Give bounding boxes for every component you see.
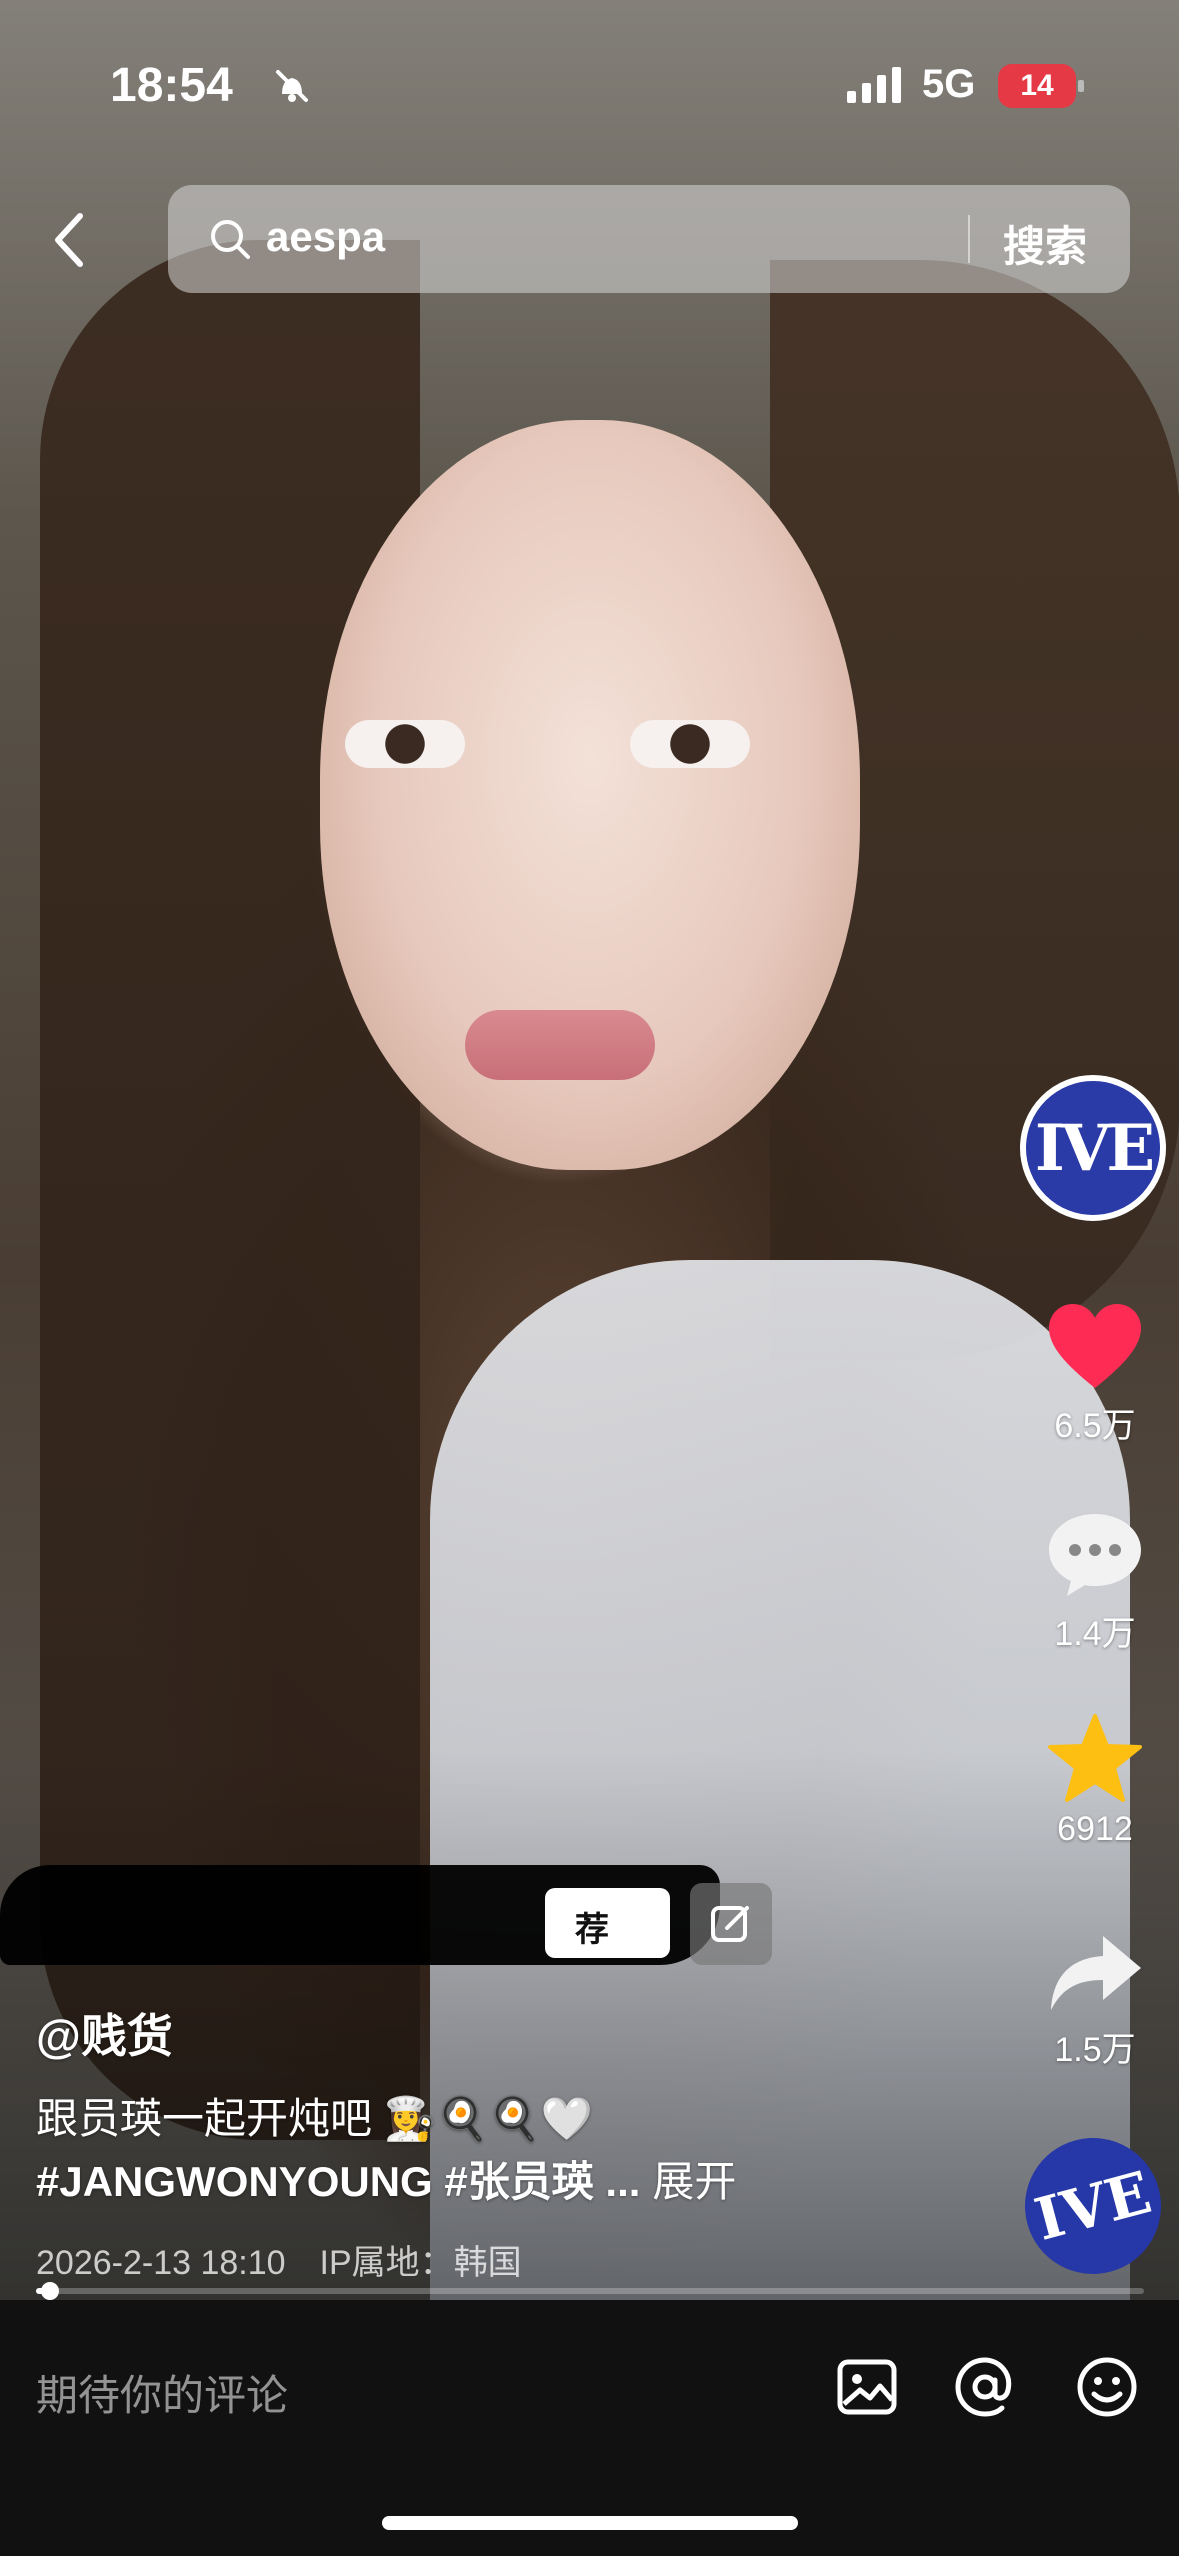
comment-button[interactable]: 1.4万 [1030,1508,1160,1655]
video-progress-knob[interactable] [41,2282,60,2300]
signal-bars-icon [847,67,901,103]
video-eye-left [345,720,465,768]
comment-input[interactable]: 期待你的评论 [36,2362,288,2423]
share-button[interactable]: 1.5万 [1030,1930,1160,2071]
share-arrow-icon [1051,1936,1141,2010]
description-line-2: #JANGWONYOUNG #张员瑛 ... 展开 [36,2148,736,2209]
star-icon [1048,1714,1142,1802]
share-count: 1.5万 [1054,2031,1136,2069]
video-progress-bar[interactable] [36,2282,1144,2300]
expand-link[interactable]: 展开 [652,2158,736,2205]
favorite-button[interactable]: 6912 [1030,1712,1160,1849]
emoji-icon[interactable] [1072,2352,1142,2422]
search-query[interactable]: aespa [266,213,385,261]
favorite-count: 6912 [1057,1810,1133,1848]
edit-button[interactable] [690,1883,772,1965]
home-indicator[interactable] [382,2516,798,2530]
like-count: 6.5万 [1054,1407,1136,1445]
comment-count: 1.4万 [1054,1615,1136,1653]
back-button[interactable] [40,205,100,275]
at-icon[interactable] [950,2352,1020,2422]
comment-bar: 期待你的评论 [0,2300,1179,2556]
recommend-tag-label: 荐 [575,1911,609,1949]
description-line-1: 跟员瑛一起开炖吧 👩‍🍳🍳🍳🤍 [36,2095,593,2142]
video-bottom-shade [0,1750,1179,2310]
author-avatar[interactable]: IVE [1020,1075,1166,1221]
battery-indicator: 14 [998,64,1084,108]
author-avatar-text: IVE [1034,1110,1155,1186]
status-time: 18:54 [110,59,233,112]
image-icon[interactable] [832,2352,902,2422]
video-eye-right [630,720,750,768]
network-type: 5G [922,62,976,106]
music-disc-text: IVE [1028,2158,1158,2254]
status-bar: 18:54 5G 14 [0,0,1179,150]
like-button[interactable]: 6.5万 [1030,1300,1160,1447]
battery-level: 14 [1020,69,1054,102]
back-arrow-icon [55,213,83,267]
post-meta: 2026-2-13 18:10 IP属地：韩国 [36,2235,522,2284]
post-date: 2026-2-13 18:10 [36,2244,286,2282]
recommend-tag[interactable]: 荐 [545,1888,670,1958]
author-name[interactable]: @贱货 [36,2000,173,2066]
bell-slash-icon [276,70,308,102]
ip-location: IP属地：韩国 [319,2244,522,2282]
hashtags[interactable]: #JANGWONYOUNG #张员瑛 ... [36,2158,640,2205]
heart-icon [1049,1304,1141,1388]
video-lips [465,1010,655,1080]
edit-icon [711,1906,749,1942]
search-divider [968,215,970,263]
search-bar[interactable]: aespa 搜索 [168,185,1130,293]
search-icon [211,220,250,259]
comment-bubble-icon [1049,1514,1141,1596]
search-button[interactable]: 搜索 [1003,213,1087,274]
